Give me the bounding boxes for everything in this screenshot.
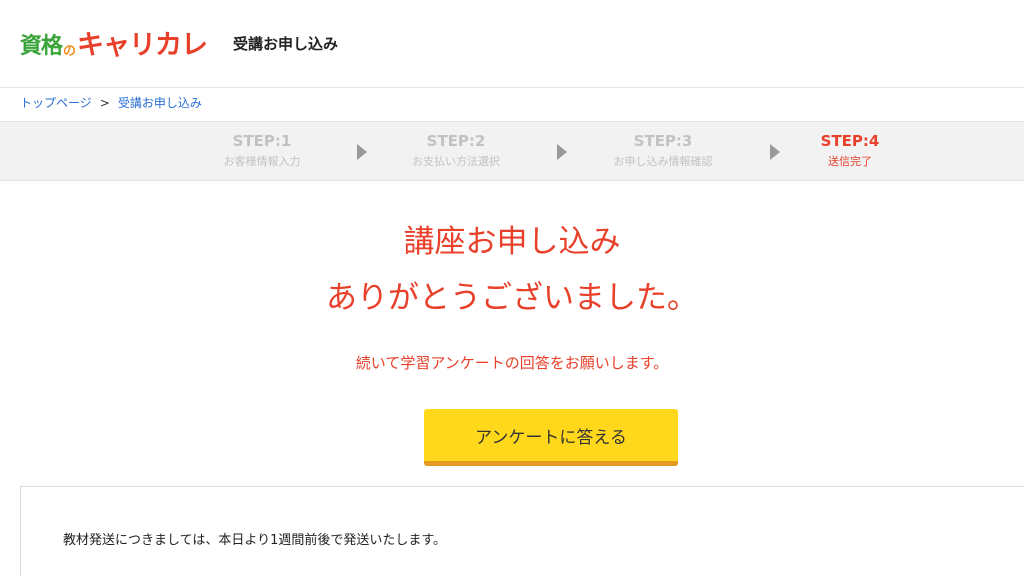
step-4: STEP:4 送信完了 [770, 131, 930, 170]
step-4-label: 送信完了 [828, 155, 872, 168]
breadcrumb-home-link[interactable]: トップページ [20, 95, 92, 111]
step-1-number: STEP:1 [232, 132, 292, 150]
site-logo[interactable]: 資格 の キャリカレ [20, 26, 208, 62]
step-2-number: STEP:2 [426, 132, 486, 150]
logo-text-shikaku: 資格 [20, 34, 63, 59]
shipping-notice-box: 教材発送につきましては、本日より1週間前後で発送いたします。 [20, 486, 1024, 576]
thank-you-heading: 講座お申し込み ありがとうございました。 [0, 218, 1024, 322]
breadcrumb-current-link[interactable]: 受講お申し込み [118, 95, 202, 111]
logo-text-no: の [63, 44, 77, 59]
step-1-label: お客様情報入力 [223, 155, 301, 168]
thank-you-line-2: ありがとうございました。 [326, 280, 698, 316]
shipping-notice-text: 教材発送につきましては、本日より1週間前後で発送いたします。 [63, 533, 447, 548]
breadcrumb: トップページ > 受講お申し込み [20, 95, 202, 111]
survey-request-text: 続いて学習アンケートの回答をお願いします。 [355, 354, 669, 372]
step-2-label: お支払い方法選択 [412, 155, 500, 168]
step-2: STEP:2 お支払い方法選択 [376, 131, 536, 170]
step-4-number: STEP:4 [820, 132, 880, 150]
breadcrumb-separator: > [99, 96, 110, 110]
step-arrow-icon [357, 144, 367, 160]
survey-button[interactable]: アンケートに答える [424, 409, 678, 466]
logo-text-carrican: キャリカレ [77, 30, 208, 61]
step-3-number: STEP:3 [633, 132, 693, 150]
step-indicator: STEP:1 お客様情報入力 STEP:2 お支払い方法選択 STEP:3 お申… [0, 121, 1024, 181]
step-3-label: お申し込み情報確認 [613, 155, 713, 168]
thank-you-line-1: 講座お申し込み [403, 224, 621, 260]
page-title: 受講お申し込み [233, 35, 339, 53]
step-1: STEP:1 お客様情報入力 [182, 131, 342, 170]
step-arrow-icon [557, 144, 567, 160]
step-3: STEP:3 お申し込み情報確認 [583, 131, 743, 170]
site-header: 資格 の キャリカレ 受講お申し込み [0, 0, 1024, 88]
